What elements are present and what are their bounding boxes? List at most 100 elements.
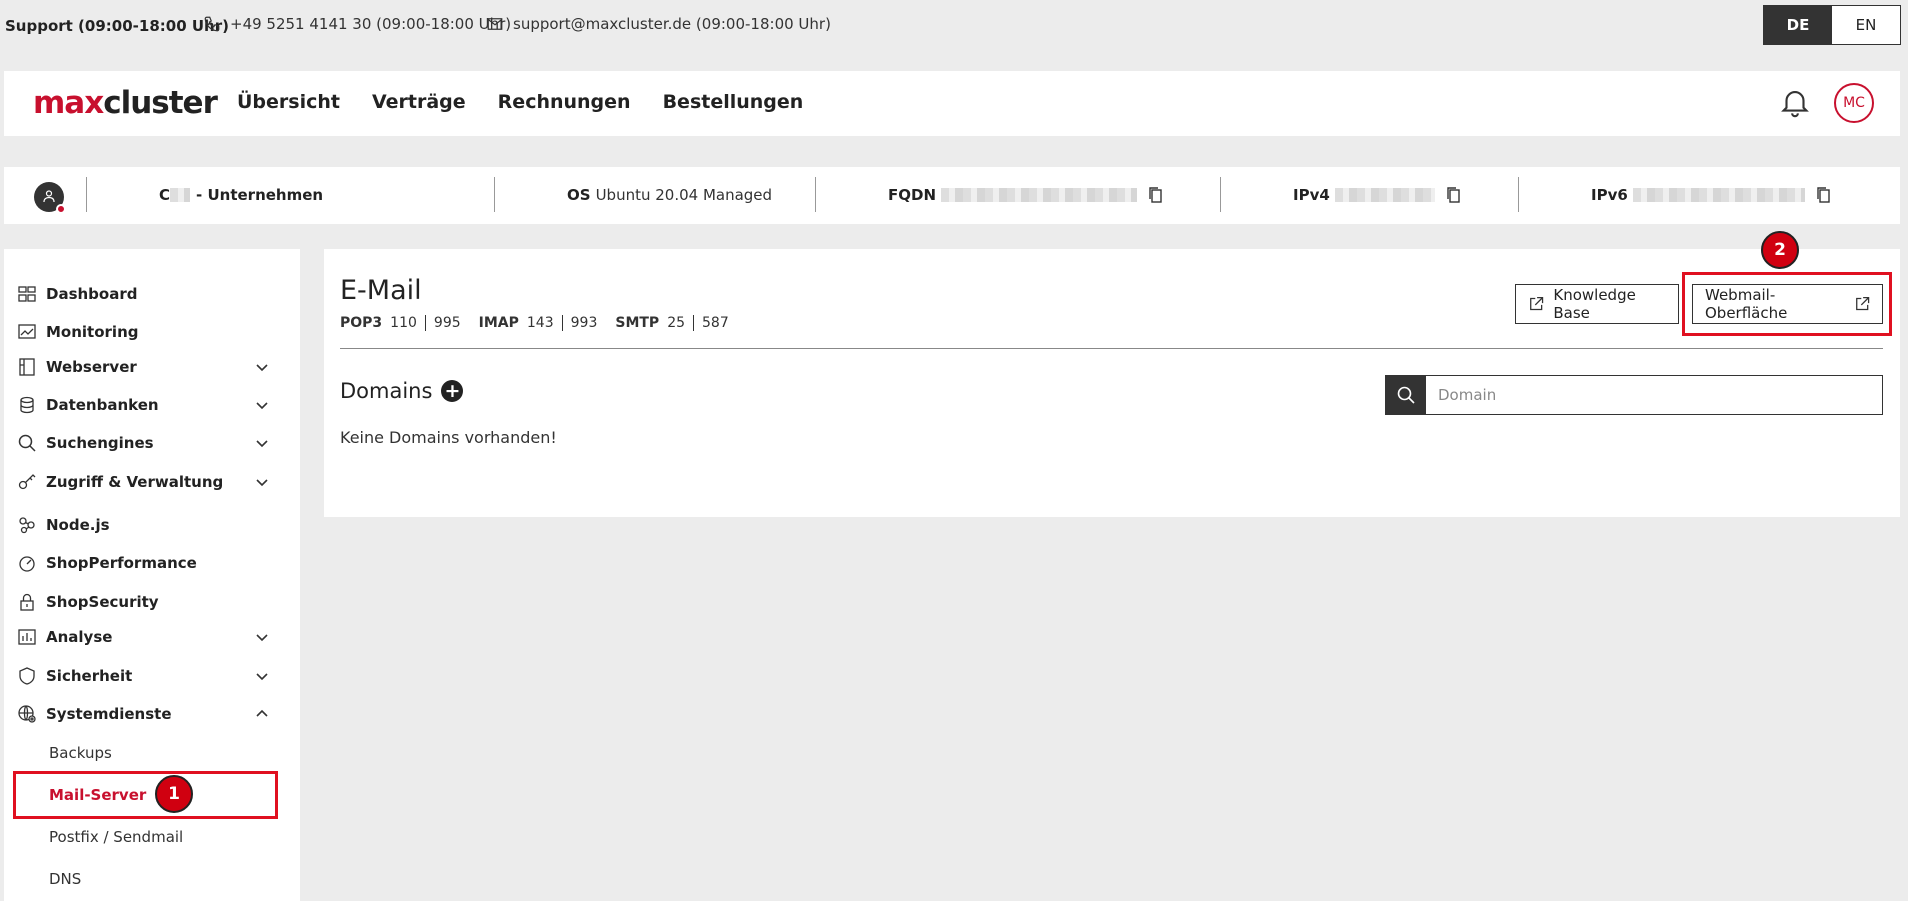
main-content: E-Mail POP3 110 995 IMAP 143 993 SMTP 25 587 K… xyxy=(324,231,1900,517)
os-value: Ubuntu 20.04 Managed xyxy=(595,186,773,204)
support-email[interactable]: support@maxcluster.de (09:00-18:00 Uhr) xyxy=(486,15,831,33)
server-ipv4: IPv4 xyxy=(1293,186,1461,204)
phone-icon xyxy=(204,16,220,32)
redacted-ipv6 xyxy=(1632,188,1805,202)
copy-icon[interactable] xyxy=(1815,186,1831,204)
knowledge-base-button[interactable]: Knowledge Base xyxy=(1515,284,1679,324)
chevron-down-icon[interactable] xyxy=(254,359,270,375)
page-title: E-Mail xyxy=(340,275,422,306)
support-phone[interactable]: +49 5251 4141 30 (09:00-18:00 Uhr) xyxy=(203,15,511,33)
sidebar-item-webserver[interactable]: Webserver xyxy=(16,354,280,380)
chevron-down-icon[interactable] xyxy=(254,435,270,451)
sidebar-item-label: Zugriff & Verwaltung xyxy=(46,473,224,491)
sidebar-item-label: ShopPerformance xyxy=(46,554,197,572)
port-value: 25 xyxy=(667,315,686,331)
divider xyxy=(86,177,87,212)
divider xyxy=(815,177,816,212)
chart-icon xyxy=(18,629,36,645)
empty-domains-message: Keine Domains vorhanden! xyxy=(340,428,557,447)
os-label: OS xyxy=(567,186,591,204)
sidebar-item-label: Sicherheit xyxy=(46,667,133,685)
domains-heading: Domains + xyxy=(340,379,464,403)
redacted-ipv4 xyxy=(1334,188,1435,202)
user-icon xyxy=(43,190,55,203)
sidebar-item-systemdienste[interactable]: Systemdienste xyxy=(16,701,280,727)
sidebar-item-sicherheit[interactable]: Sicherheit xyxy=(16,663,280,689)
sidebar-item-label: Dashboard xyxy=(46,285,138,303)
database-icon xyxy=(20,396,34,414)
sidebar-item-dashboard[interactable]: Dashboard xyxy=(16,281,280,307)
divider xyxy=(561,315,563,331)
copy-icon[interactable] xyxy=(1445,186,1461,204)
port-name: IMAP xyxy=(478,315,519,331)
server-avatar[interactable] xyxy=(34,182,66,214)
mail-ports: POP3 110 995 IMAP 143 993 SMTP 25 587 xyxy=(340,315,747,331)
domain-search-input[interactable] xyxy=(1426,376,1882,414)
dashboard-icon xyxy=(18,286,36,302)
sidebar-subitem-postfix-sendmail[interactable]: Postfix / Sendmail xyxy=(49,828,183,846)
add-domain-icon[interactable]: + xyxy=(441,380,464,402)
lock-icon xyxy=(20,593,34,611)
sidebar-item-shopsecurity[interactable]: ShopSecurity xyxy=(16,589,280,615)
port-group-imap: IMAP 143 993 xyxy=(478,315,598,331)
knowledge-base-label: Knowledge Base xyxy=(1553,286,1636,322)
port-value: 995 xyxy=(433,315,461,331)
sidebar-item-nodejs[interactable]: Node.js xyxy=(16,512,280,538)
highlight-box-mail-server xyxy=(13,771,278,819)
divider xyxy=(1220,177,1221,212)
divider xyxy=(494,177,495,212)
system-services-icon xyxy=(18,705,36,723)
nav-orders[interactable]: Bestellungen xyxy=(663,91,804,113)
server-fqdn: FQDN xyxy=(888,186,1163,204)
server-os: OS Ubuntu 20.04 Managed xyxy=(567,186,772,204)
sidebar-subitem-dns[interactable]: DNS xyxy=(49,870,81,888)
redacted-text xyxy=(170,188,191,202)
sidebar-item-label: Monitoring xyxy=(46,323,139,341)
sidebar-item-label: Suchengines xyxy=(46,434,154,452)
status-dot xyxy=(56,204,66,214)
port-value: 143 xyxy=(526,315,554,331)
speedometer-icon xyxy=(19,556,35,572)
chevron-down-icon[interactable] xyxy=(254,397,270,413)
bell-icon[interactable] xyxy=(1778,85,1812,119)
sidebar-item-analyse[interactable]: Analyse xyxy=(16,624,280,650)
sidebar-item-label: Systemdienste xyxy=(46,705,172,723)
highlight-box-webmail xyxy=(1682,272,1892,336)
lang-de-button[interactable]: DE xyxy=(1764,6,1832,44)
support-email-text: support@maxcluster.de (09:00-18:00 Uhr) xyxy=(513,15,831,33)
sidebar-item-datenbanken[interactable]: Datenbanken xyxy=(16,392,280,418)
port-value: 110 xyxy=(390,315,417,331)
user-avatar[interactable]: MC xyxy=(1834,83,1874,123)
nav-overview[interactable]: Übersicht xyxy=(237,91,340,113)
section-divider xyxy=(340,348,1883,349)
chevron-down-icon[interactable] xyxy=(254,474,270,490)
sidebar-subitem-backups[interactable]: Backups xyxy=(49,744,112,762)
language-switch: DE EN xyxy=(1763,5,1901,45)
chevron-down-icon[interactable] xyxy=(254,668,270,684)
divider xyxy=(1518,177,1519,212)
search-button[interactable] xyxy=(1386,376,1426,414)
sidebar-item-monitoring[interactable]: Monitoring xyxy=(16,319,280,345)
lang-en-button[interactable]: EN xyxy=(1832,6,1900,44)
chevron-up-icon[interactable] xyxy=(254,706,270,722)
server-ipv6: IPv6 xyxy=(1591,186,1831,204)
port-group-smtp: SMTP 25 587 xyxy=(615,315,729,331)
copy-icon[interactable] xyxy=(1147,186,1163,204)
nav-contracts[interactable]: Verträge xyxy=(372,91,466,113)
port-group-pop3: POP3 110 995 xyxy=(340,315,461,331)
server-info-bar: C - Unternehmen OS Ubuntu 20.04 Managed … xyxy=(4,167,1900,224)
sidebar-item-suchengines[interactable]: Suchengines xyxy=(16,430,280,456)
main-header: maxcluster Übersicht Verträge Rechnungen… xyxy=(4,71,1900,136)
chevron-down-icon[interactable] xyxy=(254,629,270,645)
sidebar-item-zugriff-verwaltung[interactable]: Zugriff & Verwaltung xyxy=(16,469,280,495)
sidebar-item-shopperformance[interactable]: ShopPerformance xyxy=(16,550,280,576)
webserver-icon xyxy=(19,358,35,376)
maxcluster-logo[interactable]: maxcluster xyxy=(33,85,218,121)
domain-search xyxy=(1385,375,1883,415)
support-phone-text: +49 5251 4141 30 (09:00-18:00 Uhr) xyxy=(230,15,512,33)
ipv6-label: IPv6 xyxy=(1591,186,1628,204)
sidebar-item-label: Node.js xyxy=(46,516,110,534)
nav-invoices[interactable]: Rechnungen xyxy=(498,91,631,113)
divider xyxy=(424,315,426,331)
port-value: 993 xyxy=(570,315,598,331)
